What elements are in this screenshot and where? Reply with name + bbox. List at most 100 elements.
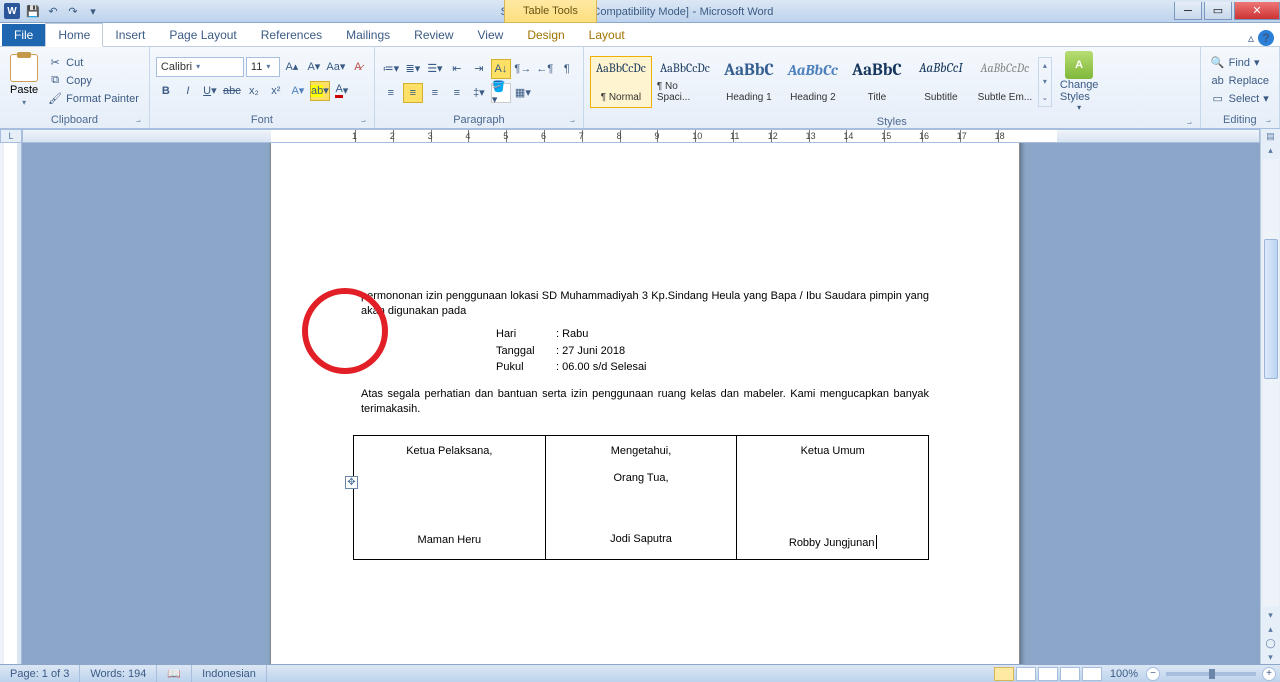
- word-count[interactable]: Words: 194: [80, 665, 157, 682]
- change-styles-icon: A: [1065, 51, 1093, 79]
- style---normal[interactable]: AaBbCcDc¶ Normal: [590, 56, 652, 108]
- style-heading-1[interactable]: AaBbCHeading 1: [718, 56, 780, 108]
- save-button[interactable]: 💾: [24, 2, 42, 20]
- style---no-spaci---[interactable]: AaBbCcDc¶ No Spaci...: [654, 56, 716, 108]
- format-painter-button[interactable]: 🖌Format Painter: [44, 91, 143, 107]
- web-layout-view[interactable]: [1038, 667, 1058, 681]
- copy-button[interactable]: ⧉Copy: [44, 73, 143, 89]
- tab-review[interactable]: Review: [402, 24, 465, 46]
- qat-customize[interactable]: ▾: [84, 2, 102, 20]
- shading-button[interactable]: 🪣▾: [491, 83, 511, 103]
- minimize-button[interactable]: ─: [1174, 2, 1202, 20]
- style-subtitle[interactable]: AaBbCcISubtitle: [910, 56, 972, 108]
- align-left-button[interactable]: ≡: [381, 83, 401, 103]
- minimize-ribbon-icon[interactable]: ▵: [1248, 31, 1254, 45]
- tab-references[interactable]: References: [249, 24, 334, 46]
- draft-view[interactable]: [1082, 667, 1102, 681]
- align-center-button[interactable]: ≡: [403, 83, 423, 103]
- highlight-button[interactable]: ab▾: [310, 81, 330, 101]
- multilevel-list-button[interactable]: ☰▾: [425, 59, 445, 79]
- strikethrough-button[interactable]: abc: [222, 81, 242, 101]
- style-title[interactable]: AaBbCTitle: [846, 56, 908, 108]
- ruler-toggle-icon[interactable]: ▤: [1263, 129, 1279, 143]
- style-heading-2[interactable]: AaBbCcHeading 2: [782, 56, 844, 108]
- cut-button[interactable]: ✂Cut: [44, 55, 143, 71]
- print-layout-view[interactable]: [994, 667, 1014, 681]
- bullets-button[interactable]: ≔▾: [381, 59, 401, 79]
- ltr-button[interactable]: ¶→: [513, 59, 533, 79]
- outline-view[interactable]: [1060, 667, 1080, 681]
- signature-table[interactable]: Ketua Pelaksana,Maman Heru Mengetahui,Or…: [353, 435, 929, 560]
- document-area[interactable]: permononan izin penggunaan lokasi SD Muh…: [22, 143, 1260, 664]
- zoom-slider[interactable]: [1166, 672, 1256, 676]
- change-styles-button[interactable]: AChangeStyles▾: [1054, 49, 1105, 114]
- styles-scroll[interactable]: ▴▾⌄: [1038, 57, 1052, 107]
- borders-button[interactable]: ▦▾: [513, 83, 533, 103]
- select-button[interactable]: ▭Select ▾: [1207, 91, 1273, 107]
- subscript-button[interactable]: x₂: [244, 81, 264, 101]
- language-status[interactable]: Indonesian: [192, 665, 267, 682]
- paste-button[interactable]: Paste ▾: [6, 52, 42, 109]
- maximize-button[interactable]: ▭: [1204, 2, 1232, 20]
- font-size-combo[interactable]: 11: [246, 57, 280, 77]
- tab-selector[interactable]: L: [0, 129, 22, 143]
- tab-view[interactable]: View: [466, 24, 516, 46]
- tab-file[interactable]: File: [2, 24, 45, 46]
- shrink-font-button[interactable]: A▾: [304, 57, 324, 77]
- increase-indent-button[interactable]: ⇥: [469, 59, 489, 79]
- tab-insert[interactable]: Insert: [103, 24, 157, 46]
- scroll-thumb[interactable]: [1264, 239, 1278, 379]
- zoom-in-button[interactable]: +: [1262, 667, 1276, 681]
- scroll-down-button[interactable]: ▾: [1263, 608, 1279, 622]
- spellcheck-status[interactable]: 📖: [157, 665, 192, 682]
- font-color-button[interactable]: A▾: [332, 81, 352, 101]
- page-1: permononan izin penggunaan lokasi SD Muh…: [270, 143, 1020, 664]
- bold-button[interactable]: B: [156, 81, 176, 101]
- table-move-handle[interactable]: ✥: [345, 476, 358, 489]
- zoom-thumb[interactable]: [1209, 669, 1215, 679]
- vertical-ruler[interactable]: [0, 143, 22, 664]
- align-right-button[interactable]: ≡: [425, 83, 445, 103]
- tab-mailings[interactable]: Mailings: [334, 24, 402, 46]
- rtl-button[interactable]: ←¶: [535, 59, 555, 79]
- tab-home[interactable]: Home: [45, 23, 103, 47]
- replace-button[interactable]: abReplace: [1207, 73, 1273, 89]
- superscript-button[interactable]: x²: [266, 81, 286, 101]
- horizontal-ruler[interactable]: 123456789101112131415161718: [22, 129, 1260, 143]
- group-paragraph: ≔▾ ≣▾ ☰▾ ⇤ ⇥ A↓ ¶→ ←¶ ¶ ≡ ≡ ≡ ≡ ‡▾ 🪣▾ ▦▾…: [375, 47, 584, 128]
- window-title: Surat Izin Tempat [Compatibility Mode] -…: [102, 4, 1172, 18]
- next-page-button[interactable]: ▾: [1263, 650, 1279, 664]
- scroll-up-button[interactable]: ▴: [1263, 143, 1279, 157]
- sort-button[interactable]: A↓: [491, 59, 511, 79]
- change-case-button[interactable]: Aa▾: [326, 57, 346, 77]
- grow-font-button[interactable]: A▴: [282, 57, 302, 77]
- underline-button[interactable]: U▾: [200, 81, 220, 101]
- clear-formatting-button[interactable]: A̷: [348, 57, 368, 77]
- style-subtle-em---[interactable]: AaBbCcDcSubtle Em...: [974, 56, 1036, 108]
- text-effects-button[interactable]: A▾: [288, 81, 308, 101]
- find-button[interactable]: 🔍Find ▾: [1207, 55, 1273, 71]
- numbering-button[interactable]: ≣▾: [403, 59, 423, 79]
- zoom-level[interactable]: 100%: [1104, 668, 1144, 680]
- tab-page-layout[interactable]: Page Layout: [157, 24, 248, 46]
- justify-button[interactable]: ≡: [447, 83, 467, 103]
- zoom-out-button[interactable]: −: [1146, 667, 1160, 681]
- close-button[interactable]: ✕: [1234, 2, 1280, 20]
- browse-object-button[interactable]: ◯: [1263, 636, 1279, 650]
- italic-button[interactable]: I: [178, 81, 198, 101]
- line-spacing-button[interactable]: ‡▾: [469, 83, 489, 103]
- font-name-combo[interactable]: Calibri: [156, 57, 244, 77]
- show-marks-button[interactable]: ¶: [557, 59, 577, 79]
- redo-button[interactable]: ↷: [64, 2, 82, 20]
- fullscreen-view[interactable]: [1016, 667, 1036, 681]
- scroll-track[interactable]: [1263, 159, 1279, 606]
- prev-page-button[interactable]: ▴: [1263, 622, 1279, 636]
- app-name: Microsoft Word: [700, 6, 774, 18]
- vertical-scrollbar[interactable]: ▤ ▴ ▾ ▴ ◯ ▾: [1260, 129, 1280, 664]
- help-icon[interactable]: ?: [1258, 30, 1274, 46]
- page-status[interactable]: Page: 1 of 3: [0, 665, 80, 682]
- decrease-indent-button[interactable]: ⇤: [447, 59, 467, 79]
- tab-design[interactable]: Design: [515, 24, 576, 46]
- undo-button[interactable]: ↶: [44, 2, 62, 20]
- tab-layout[interactable]: Layout: [577, 24, 637, 46]
